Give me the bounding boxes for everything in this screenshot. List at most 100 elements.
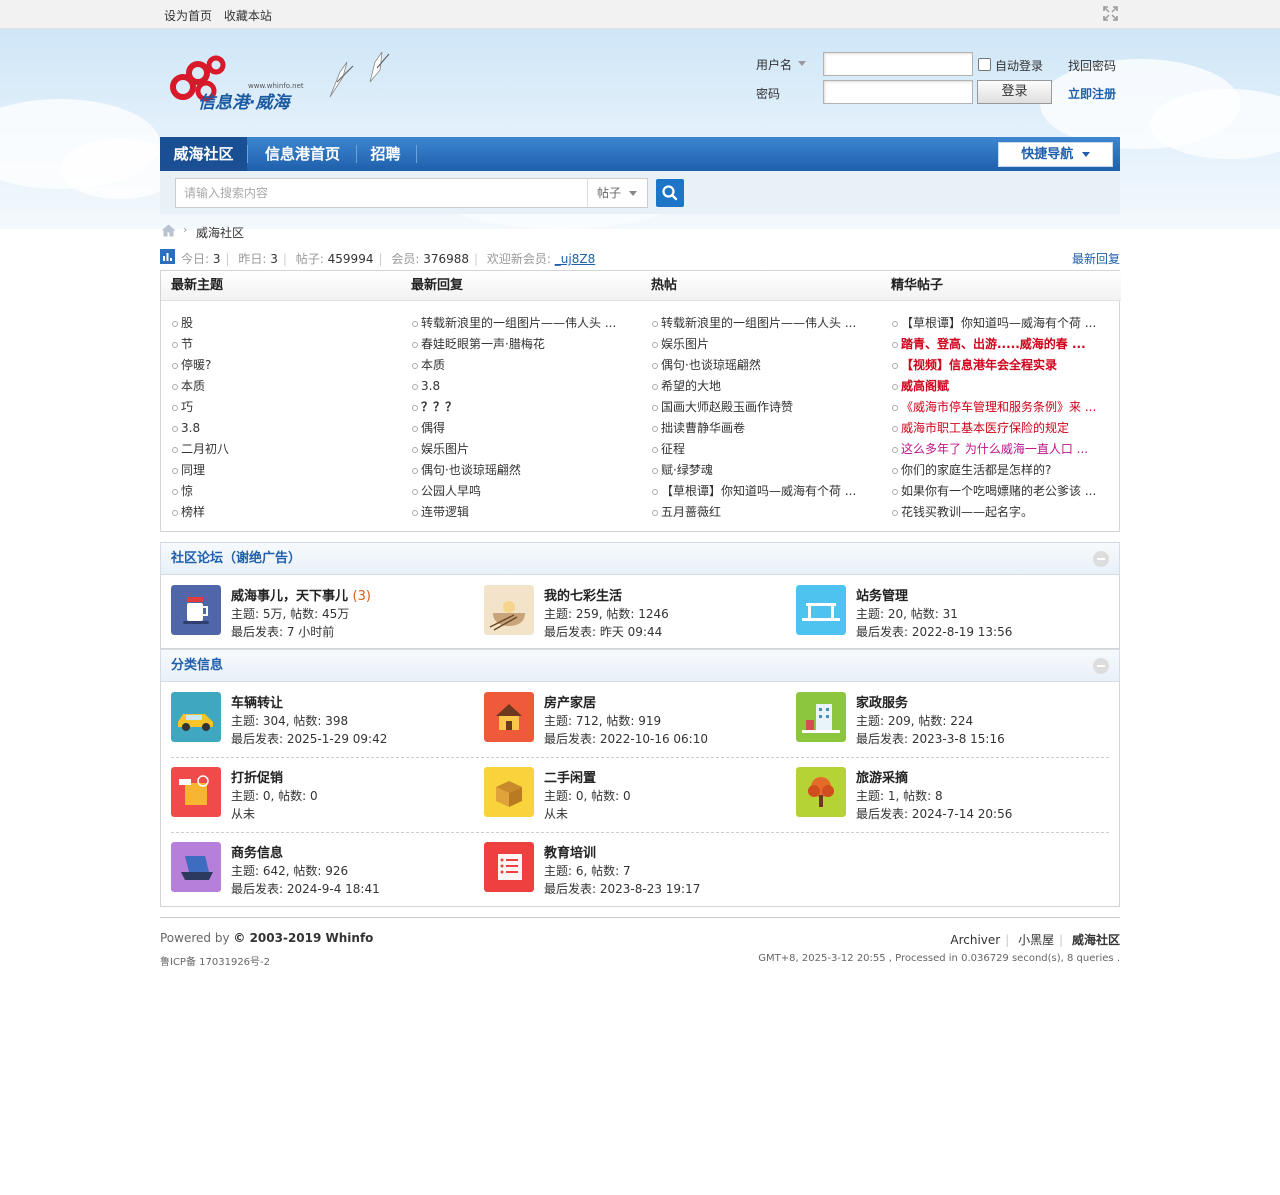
list-item[interactable]: 同理: [171, 460, 391, 481]
forum-last-post[interactable]: 最后发表: 2024-7-14 20:56: [856, 805, 1012, 822]
list-item[interactable]: 如果你有一个吃喝嫖赌的老公爹该 ...: [891, 481, 1111, 502]
forum-item[interactable]: 打折促销 主题: 0, 帖数: 0 从未: [171, 767, 471, 827]
list-item[interactable]: 【草根谭】你知道吗—威海有个荷 ...: [651, 481, 871, 502]
list-item[interactable]: 二月初八: [171, 439, 391, 460]
forum-name[interactable]: 家政服务: [856, 692, 908, 711]
list-item[interactable]: 3.8: [411, 376, 631, 397]
list-item[interactable]: 惊: [171, 481, 391, 502]
blacklist-link[interactable]: 小黑屋: [1018, 933, 1054, 947]
forum-last-post[interactable]: 最后发表: 2025-1-29 09:42: [231, 730, 387, 747]
list-item[interactable]: 转载新浪里的一组图片——伟人头 ...: [411, 313, 631, 334]
list-item[interactable]: 征程: [651, 439, 871, 460]
list-item[interactable]: 3.8: [171, 418, 391, 439]
forum-title[interactable]: 威海事儿，天下事儿: [231, 589, 348, 604]
column-title[interactable]: 最新主题: [161, 271, 401, 301]
username-input[interactable]: [823, 52, 973, 76]
icp-link[interactable]: 鲁ICP备 17031926号-2: [160, 953, 270, 968]
nav-item-home[interactable]: 信息港首页: [250, 137, 355, 171]
fullscreen-icon[interactable]: [1103, 6, 1118, 21]
list-item[interactable]: 娱乐图片: [411, 439, 631, 460]
newest-member-link[interactable]: _uj8Z8: [555, 252, 595, 266]
list-item[interactable]: 本质: [171, 376, 391, 397]
list-item[interactable]: 国画大师赵殿玉画作诗赞: [651, 397, 871, 418]
collapse-icon[interactable]: [1093, 658, 1109, 674]
list-item[interactable]: 威高阁赋: [891, 376, 1111, 397]
auto-login-label[interactable]: 自动登录: [995, 57, 1043, 74]
nav-item-community[interactable]: 威海社区: [160, 137, 247, 171]
search-button[interactable]: [656, 179, 684, 207]
forum-last-post[interactable]: 最后发表: 7 小时前: [231, 623, 334, 640]
list-item[interactable]: 这么多年了 为什么威海一直人口 ...: [891, 439, 1111, 460]
forum-name[interactable]: 商务信息: [231, 842, 283, 861]
column-title[interactable]: 精华帖子: [881, 271, 1121, 301]
copyright-link[interactable]: © 2003-2019 Whinfo: [233, 931, 373, 945]
bookmark-link[interactable]: 收藏本站: [224, 9, 272, 23]
list-item[interactable]: 春娃眨眼第一声·腊梅花: [411, 334, 631, 355]
forum-item[interactable]: 房产家居 主题: 712, 帖数: 919 最后发表: 2022-10-16 0…: [484, 692, 784, 752]
list-item[interactable]: 【视频】信息港年会全程实录: [891, 355, 1111, 376]
username-dropdown-icon[interactable]: [798, 61, 806, 66]
nav-item-jobs[interactable]: 招聘: [358, 137, 413, 171]
forum-item[interactable]: 教育培训 主题: 6, 帖数: 7 最后发表: 2023-8-23 19:17: [484, 842, 784, 902]
collapse-icon[interactable]: [1093, 551, 1109, 567]
list-item[interactable]: 花钱买教训——起名字。: [891, 502, 1111, 523]
list-item[interactable]: 股: [171, 313, 391, 334]
classified-section-header[interactable]: 分类信息: [160, 649, 1120, 682]
column-title[interactable]: 最新回复: [401, 271, 641, 301]
list-item[interactable]: 威海市职工基本医疗保险的规定: [891, 418, 1111, 439]
latest-reply-link[interactable]: 最新回复: [1072, 250, 1120, 267]
set-home-link[interactable]: 设为首页: [164, 9, 212, 23]
forum-name[interactable]: 旅游采摘: [856, 767, 908, 786]
forum-item[interactable]: 我的七彩生活 主题: 259, 帖数: 1246 最后发表: 昨天 09:44: [484, 585, 784, 645]
forum-last-post[interactable]: 最后发表: 2022-8-19 13:56: [856, 623, 1012, 640]
forum-item[interactable]: 威海事儿，天下事儿 (3) 主题: 5万, 帖数: 45万 最后发表: 7 小时…: [171, 585, 471, 645]
search-input[interactable]: 请输入搜索内容: [175, 178, 588, 208]
forum-item[interactable]: 旅游采摘 主题: 1, 帖数: 8 最后发表: 2024-7-14 20:56: [796, 767, 1096, 827]
list-item[interactable]: 赋·绿梦魂: [651, 460, 871, 481]
list-item[interactable]: 希望的大地: [651, 376, 871, 397]
list-item[interactable]: 转载新浪里的一组图片——伟人头 ...: [651, 313, 871, 334]
forum-last-post[interactable]: 最后发表: 2024-9-4 18:41: [231, 880, 380, 897]
list-item[interactable]: 踏青、登高、出游.....威海的春 ...: [891, 334, 1111, 355]
forum-name[interactable]: 房产家居: [544, 692, 596, 711]
forum-name[interactable]: 二手闲置: [544, 767, 596, 786]
archiver-link[interactable]: Archiver: [950, 933, 1000, 947]
list-item[interactable]: 停暖?: [171, 355, 391, 376]
list-item[interactable]: 偶句·也谈琼瑶翩然: [651, 355, 871, 376]
quick-nav-button[interactable]: 快捷导航: [998, 142, 1113, 167]
forum-last-post[interactable]: 最后发表: 2023-3-8 15:16: [856, 730, 1005, 747]
forum-item[interactable]: 二手闲置 主题: 0, 帖数: 0 从未: [484, 767, 784, 827]
forum-name[interactable]: 站务管理: [856, 585, 908, 604]
forum-item[interactable]: 商务信息 主题: 642, 帖数: 926 最后发表: 2024-9-4 18:…: [171, 842, 471, 902]
home-icon[interactable]: [161, 224, 176, 237]
list-item[interactable]: ？？？: [411, 397, 631, 418]
list-item[interactable]: 拙读曹静华画卷: [651, 418, 871, 439]
list-item[interactable]: 【草根谭】你知道吗—威海有个荷 ...: [891, 313, 1111, 334]
list-item[interactable]: 娱乐图片: [651, 334, 871, 355]
forum-name[interactable]: 打折促销: [231, 767, 283, 786]
register-link[interactable]: 立即注册: [1068, 85, 1116, 102]
login-button[interactable]: 登录: [977, 80, 1052, 104]
forum-name[interactable]: 车辆转让: [231, 692, 283, 711]
list-item[interactable]: 五月蔷薇红: [651, 502, 871, 523]
column-title[interactable]: 热帖: [641, 271, 881, 301]
list-item[interactable]: 巧: [171, 397, 391, 418]
list-item[interactable]: 偶得: [411, 418, 631, 439]
recover-password-link[interactable]: 找回密码: [1068, 57, 1116, 74]
auto-login-checkbox[interactable]: [978, 58, 991, 71]
list-item[interactable]: 本质: [411, 355, 631, 376]
password-input[interactable]: [823, 80, 973, 104]
forum-item[interactable]: 站务管理 主题: 20, 帖数: 31 最后发表: 2022-8-19 13:5…: [796, 585, 1096, 645]
forum-last-post[interactable]: 最后发表: 2023-8-23 19:17: [544, 880, 700, 897]
forum-name[interactable]: 我的七彩生活: [544, 585, 622, 604]
list-item[interactable]: 连带逻辑: [411, 502, 631, 523]
list-item[interactable]: 公园人早鸣: [411, 481, 631, 502]
forum-last-post[interactable]: 最后发表: 2022-10-16 06:10: [544, 730, 708, 747]
community-section-header[interactable]: 社区论坛（谢绝广告）: [160, 542, 1120, 575]
forum-item[interactable]: 家政服务 主题: 209, 帖数: 224 最后发表: 2023-3-8 15:…: [796, 692, 1096, 752]
list-item[interactable]: 偶句·也谈琼瑶翩然: [411, 460, 631, 481]
search-type-select[interactable]: 帖子: [587, 178, 648, 208]
list-item[interactable]: 你们的家庭生活都是怎样的?: [891, 460, 1111, 481]
forum-item[interactable]: 车辆转让 主题: 304, 帖数: 398 最后发表: 2025-1-29 09…: [171, 692, 471, 752]
forum-name[interactable]: 教育培训: [544, 842, 596, 861]
